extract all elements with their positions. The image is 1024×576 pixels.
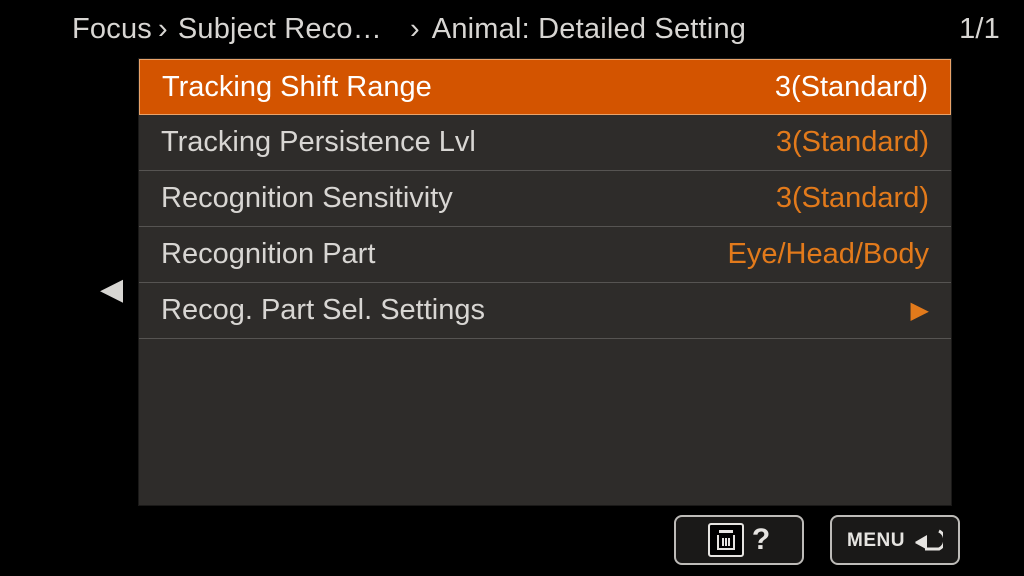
menu-item-recognition-part[interactable]: Recognition Part Eye/Head/Body — [139, 227, 951, 283]
trash-icon — [708, 523, 744, 557]
help-label: ? — [752, 523, 770, 557]
chevron-right-icon: › — [158, 13, 168, 46]
camera-menu-screen: Focus › Subject Reco… › Animal: Detailed… — [0, 0, 1024, 576]
breadcrumb-leaf: Animal: Detailed Setting — [432, 13, 746, 46]
bottom-bar: ? MENU — [674, 512, 960, 568]
help-button[interactable]: ? — [674, 515, 804, 565]
menu-item-label: Recog. Part Sel. Settings — [161, 294, 903, 327]
menu-item-value: Eye/Head/Body — [727, 238, 929, 271]
menu-item-tracking-shift-range[interactable]: Tracking Shift Range 3(Standard) — [139, 59, 951, 115]
menu-item-tracking-persistence[interactable]: Tracking Persistence Lvl 3(Standard) — [139, 115, 951, 171]
menu-item-value: 3(Standard) — [776, 126, 929, 159]
menu-back-button[interactable]: MENU — [830, 515, 960, 565]
nav-left-icon[interactable]: ◀ — [100, 272, 123, 307]
chevron-right-icon: › — [410, 13, 420, 46]
menu-item-label: Recognition Sensitivity — [161, 182, 776, 215]
menu-item-recog-part-sel-settings[interactable]: Recog. Part Sel. Settings ▶ — [139, 283, 951, 339]
breadcrumb-mid: Subject Reco… — [178, 13, 382, 46]
menu-item-label: Tracking Persistence Lvl — [161, 126, 776, 159]
back-arrow-icon — [913, 527, 943, 553]
chevron-right-icon: ▶ — [911, 296, 929, 325]
menu-item-value: 3(Standard) — [775, 71, 928, 104]
menu-item-value: 3(Standard) — [776, 182, 929, 215]
settings-panel: Tracking Shift Range 3(Standard) Trackin… — [138, 58, 952, 506]
menu-item-label: Recognition Part — [161, 238, 727, 271]
page-indicator: 1/1 — [959, 13, 1000, 46]
breadcrumb-root: Focus — [72, 13, 152, 46]
breadcrumb: Focus › Subject Reco… › Animal: Detailed… — [0, 0, 1024, 58]
menu-label: MENU — [847, 531, 905, 550]
menu-item-recognition-sensitivity[interactable]: Recognition Sensitivity 3(Standard) — [139, 171, 951, 227]
menu-item-label: Tracking Shift Range — [162, 71, 775, 104]
